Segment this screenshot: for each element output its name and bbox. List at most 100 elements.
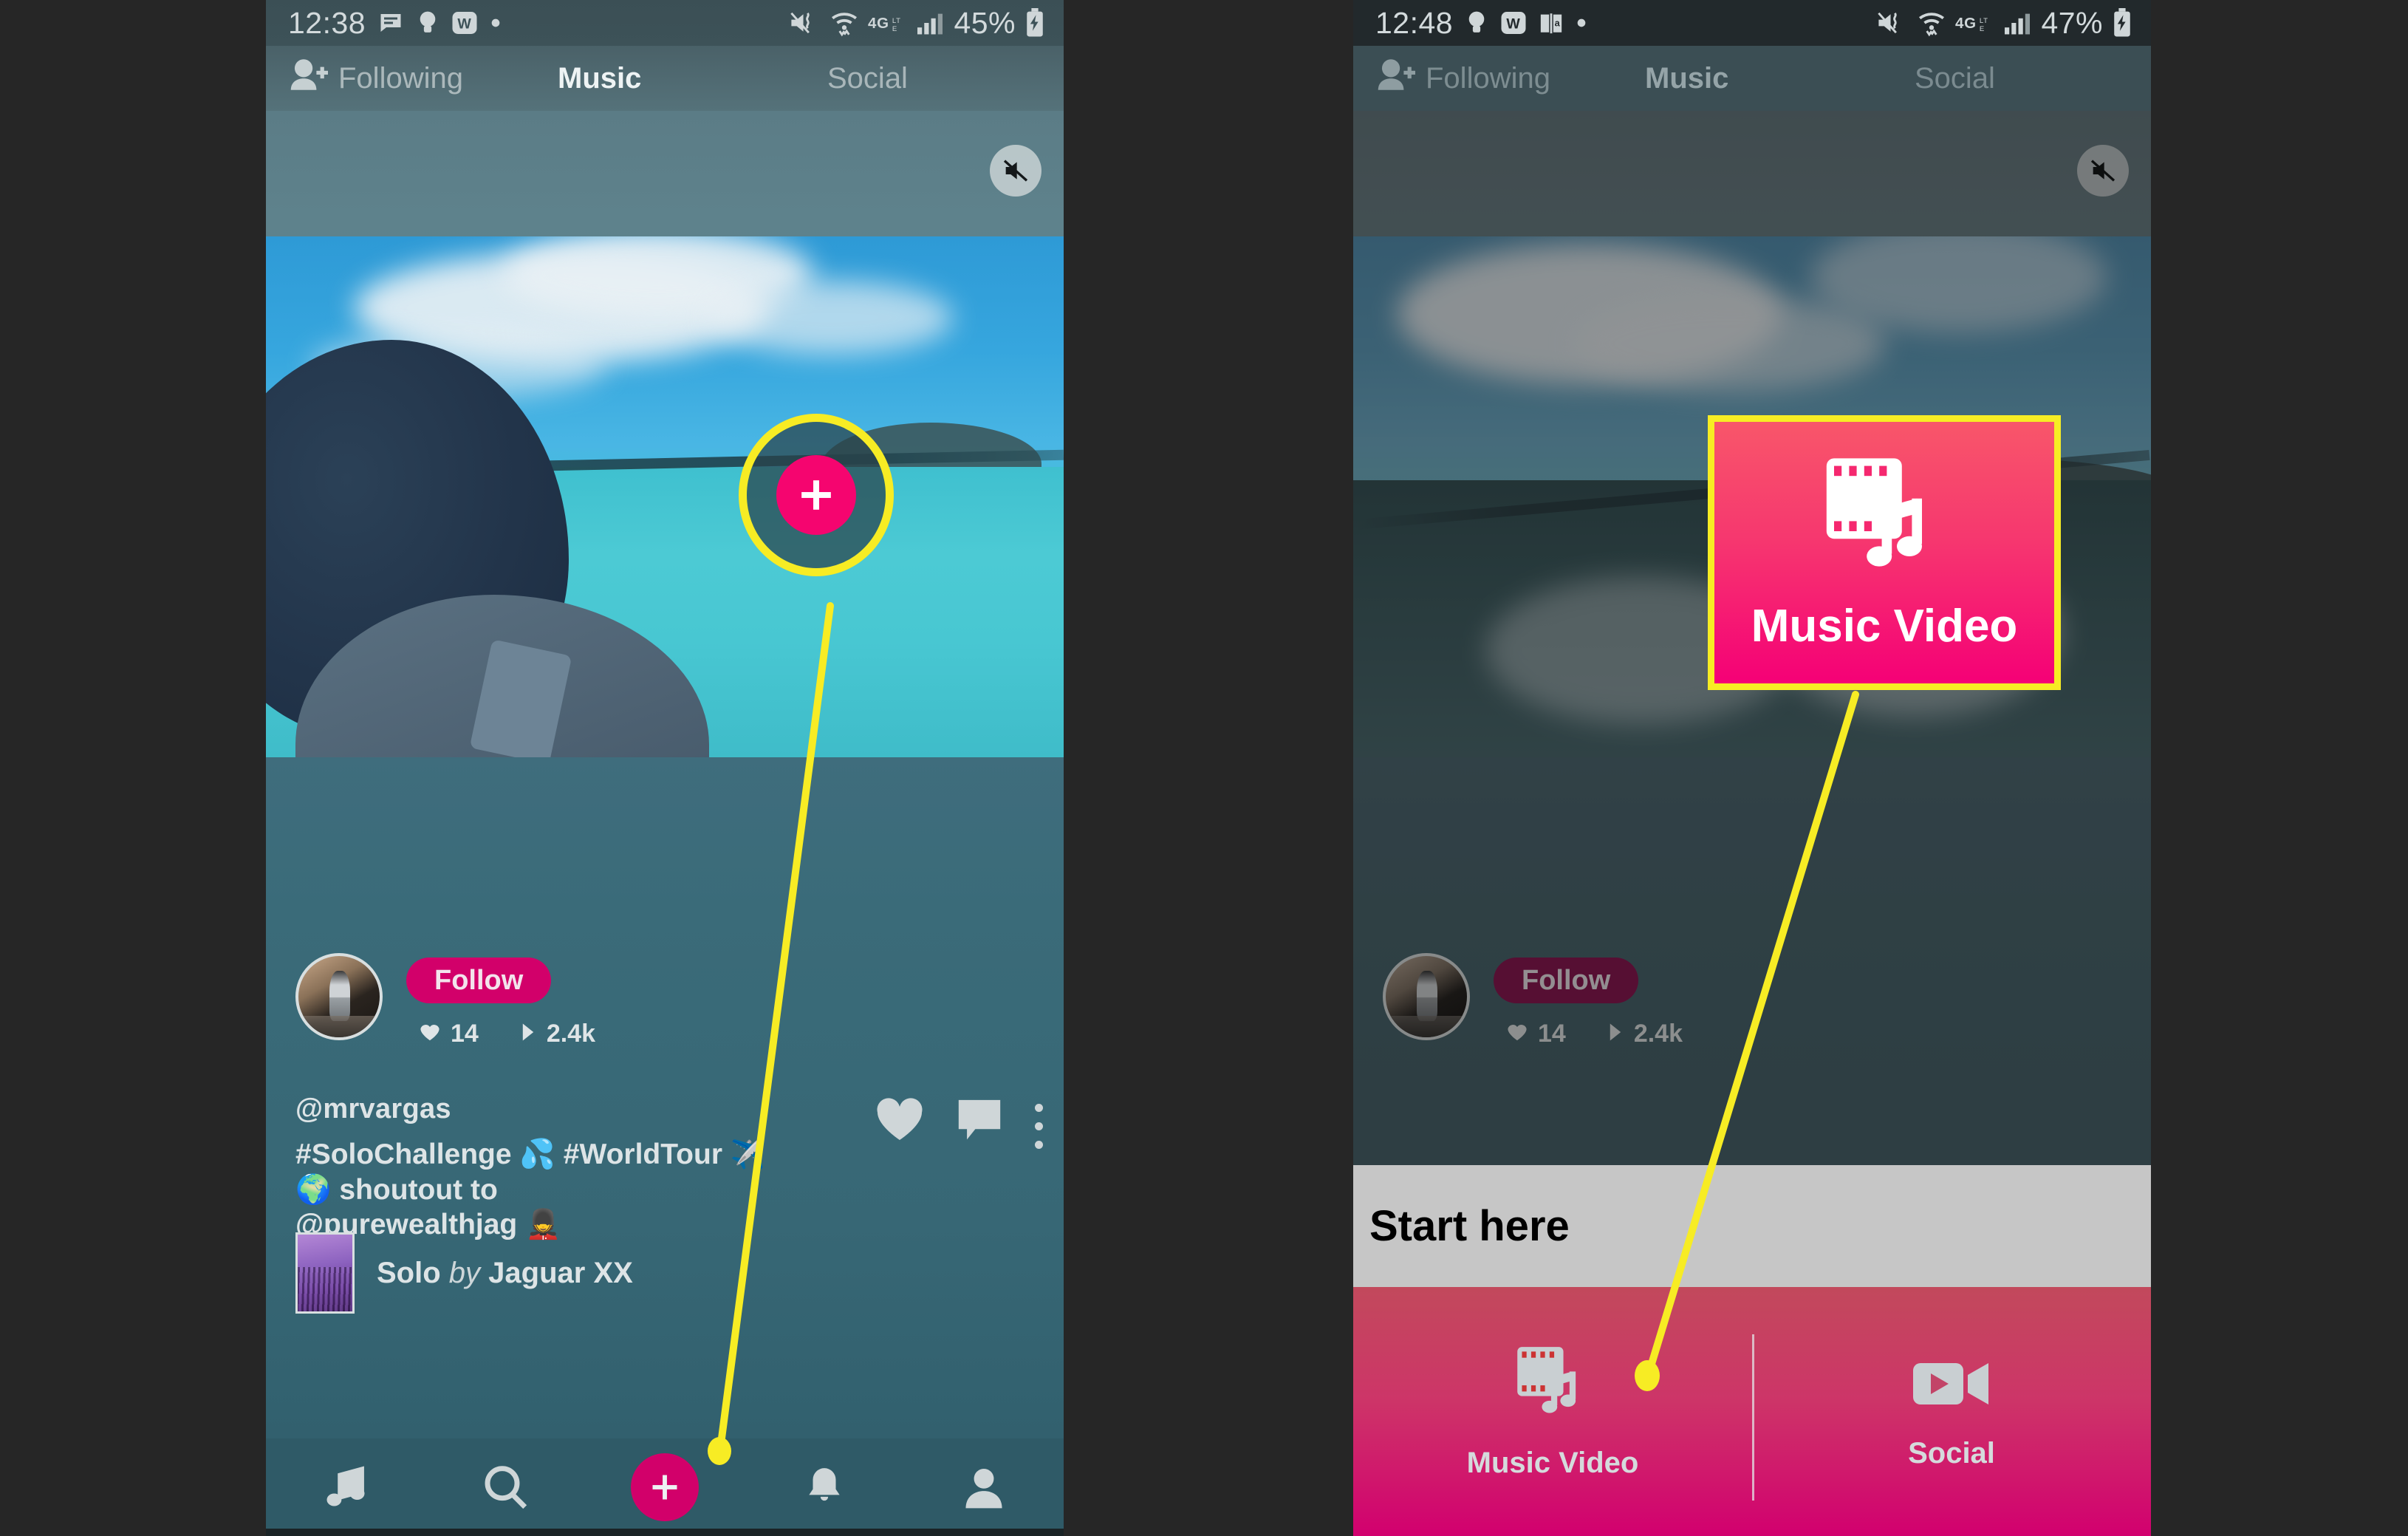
tab-social-label: Social — [1915, 61, 1995, 95]
tab-following-label: Following — [1426, 61, 1550, 95]
profile-row-left: Follow 14 2.4k — [295, 953, 595, 1048]
heart-small-icon — [1507, 1020, 1528, 1048]
song-by-word: by — [448, 1256, 481, 1289]
svg-text:W: W — [1507, 16, 1521, 33]
top-tab-bar-left: Following Music Social — [266, 46, 1064, 111]
4glte-icon: 4G LT E — [868, 11, 906, 35]
tab-music-label: Music — [558, 61, 642, 95]
play-count: 2.4k — [520, 1020, 595, 1048]
more-options-icon[interactable] — [1035, 1098, 1043, 1149]
mute-speaker-icon[interactable] — [990, 145, 1041, 197]
tab-music-label: Music — [1645, 61, 1729, 95]
wikipedia-icon: W — [1500, 10, 1527, 36]
tab-music[interactable]: Music — [558, 62, 641, 95]
callout-circle-create-button — [739, 414, 894, 576]
bulb-icon — [416, 10, 439, 36]
book-icon: a — [1539, 10, 1564, 35]
comment-icon[interactable] — [957, 1098, 1002, 1147]
mute-vibrate-icon — [788, 10, 821, 36]
video-camera-icon — [1910, 1354, 1993, 1418]
phone-screen-right: 12:48 W a 4G LT E 47% Following Music So… — [1353, 0, 2151, 1536]
status-bar-right-right-group: 4G LT E 47% — [1875, 6, 2132, 41]
wifi-icon — [1918, 9, 1946, 37]
video-feed-left[interactable]: Follow 14 2.4k @mrvargas #SoloChallenge … — [266, 111, 1064, 1536]
4glte-icon: 4G LT E — [1955, 11, 1994, 35]
status-bar-left: 12:38 W 4G LT E 45% — [266, 0, 1064, 46]
tab-following[interactable]: Following — [1377, 58, 1550, 99]
tab-social-label: Social — [827, 61, 908, 95]
search-icon[interactable] — [465, 1447, 546, 1528]
tab-social[interactable]: Social — [1915, 62, 1995, 95]
bell-icon[interactable] — [784, 1447, 865, 1528]
bottom-nav-left — [266, 1438, 1064, 1536]
svg-text:W: W — [458, 16, 472, 33]
wikipedia-icon: W — [451, 10, 478, 36]
sheet-options: Music Video Social — [1353, 1287, 2151, 1536]
follow-button[interactable]: Follow — [1494, 958, 1639, 1003]
wifi-icon — [830, 9, 858, 37]
profile-row-right: Follow 14 2.4k — [1383, 953, 1683, 1048]
video-action-buttons — [875, 1098, 1043, 1149]
battery-charging-icon — [1025, 8, 1044, 38]
heart-icon[interactable] — [875, 1098, 924, 1146]
status-time: 12:38 — [288, 5, 366, 40]
sheet-header: Start here — [1353, 1165, 2151, 1287]
film-music-icon — [1514, 1344, 1591, 1427]
tab-following-label: Following — [338, 61, 463, 95]
bulb-icon — [1465, 10, 1488, 36]
signal-icon — [916, 10, 944, 35]
sheet-option-music-video-label: Music Video — [1466, 1446, 1639, 1479]
film-music-icon — [1822, 453, 1947, 588]
video-frame-image — [266, 236, 1064, 757]
sheet-option-social[interactable]: Social — [1752, 1287, 2151, 1536]
avatar[interactable] — [1383, 953, 1470, 1040]
song-row[interactable]: Solo by Jaguar XX — [295, 1232, 633, 1314]
svg-text:4G: 4G — [868, 15, 889, 32]
create-plus-button[interactable] — [624, 1447, 705, 1528]
nav-gesture-bar-left — [266, 1529, 1064, 1536]
status-bar-left-group: 12:38 W — [288, 5, 502, 40]
svg-text:LT: LT — [892, 17, 901, 25]
mute-vibrate-icon — [1875, 10, 1908, 36]
person-add-icon — [1377, 58, 1415, 99]
person-add-icon — [290, 58, 328, 99]
sheet-option-social-label: Social — [1908, 1436, 1995, 1470]
song-label: Solo by Jaguar XX — [377, 1257, 633, 1290]
status-bar-right: 12:48 W a 4G LT E 47% — [1353, 0, 2151, 46]
profile-icon[interactable] — [943, 1447, 1025, 1528]
svg-text:a: a — [1555, 17, 1561, 28]
screenshot-stage: 12:38 W 4G LT E 45% Following Music Soci… — [0, 0, 2408, 1536]
song-artist: Jaguar XX — [488, 1256, 633, 1289]
svg-text:LT: LT — [1980, 17, 1988, 25]
play-triangle-icon — [1607, 1020, 1624, 1048]
tab-following[interactable]: Following — [290, 58, 463, 99]
heart-small-icon — [420, 1020, 440, 1048]
music-note-icon[interactable] — [305, 1447, 386, 1528]
caption-text: #SoloChallenge 💦 #WorldTour ✈️🌍 shoutout… — [295, 1137, 783, 1243]
engagement-stats: 14 2.4k — [406, 1020, 595, 1048]
svg-text:E: E — [892, 25, 897, 33]
play-count: 2.4k — [1607, 1020, 1683, 1048]
battery-charging-icon — [2113, 8, 2132, 38]
sheet-title: Start here — [1369, 1202, 1570, 1250]
signal-icon — [2003, 10, 2031, 35]
plus-icon — [776, 455, 856, 535]
battery-percent: 45% — [954, 5, 1016, 40]
avatar[interactable] — [295, 953, 383, 1040]
mute-speaker-icon[interactable] — [2077, 145, 2129, 197]
sheet-divider — [1752, 1334, 1754, 1501]
top-tab-bar-right: Following Music Social — [1353, 46, 2151, 111]
like-count: 14 — [420, 1020, 479, 1048]
callout-card-music-video: Music Video — [1708, 415, 2061, 690]
tab-music[interactable]: Music — [1645, 62, 1728, 95]
tab-social[interactable]: Social — [827, 62, 908, 95]
sheet-option-music-video[interactable]: Music Video — [1353, 1287, 1752, 1536]
song-title: Solo — [377, 1256, 441, 1289]
create-bottom-sheet: Start here Music Video Social — [1353, 1165, 2151, 1536]
svg-text:E: E — [1980, 25, 1985, 33]
play-triangle-icon — [520, 1020, 536, 1048]
battery-percent: 47% — [2041, 5, 2103, 40]
follow-button[interactable]: Follow — [406, 958, 552, 1003]
caption-line-1: #SoloChallenge 💦 #WorldTour ✈️🌍 shoutout… — [295, 1139, 767, 1206]
dot-icon — [490, 17, 502, 29]
